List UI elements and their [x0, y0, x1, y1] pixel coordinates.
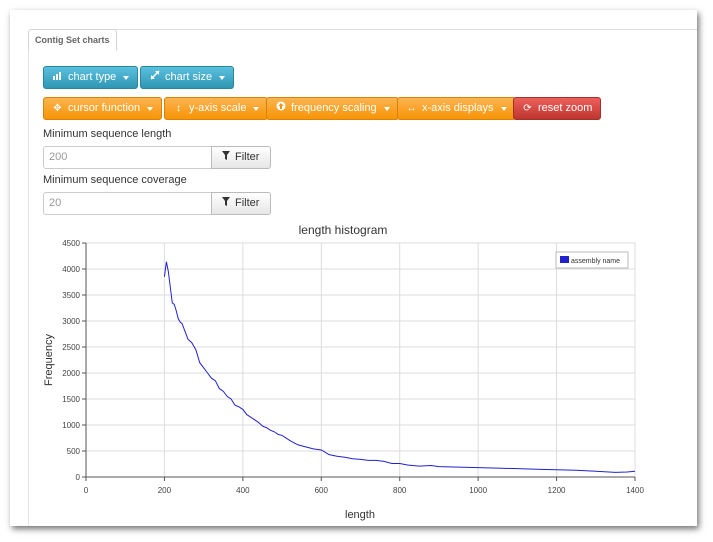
min-coverage-label: Minimum sequence coverage	[43, 174, 187, 186]
chart-size-button[interactable]: chart size	[140, 66, 235, 89]
cursor-function-button[interactable]: ✥ cursor function	[43, 97, 163, 120]
tab-bar: Contig Set charts	[10, 10, 697, 51]
chart-type-label: chart type	[68, 71, 117, 83]
vertical-arrows-icon: ↕	[176, 103, 181, 114]
move-icon: ✥	[53, 103, 62, 114]
filter-icon	[222, 193, 230, 214]
refresh-icon: ⟳	[523, 103, 532, 114]
content-border	[28, 50, 29, 526]
reset-zoom-label: reset zoom	[538, 102, 593, 114]
caret-down-icon	[147, 106, 154, 111]
horizontal-arrows-icon: ↔	[406, 103, 417, 114]
filter-icon	[222, 147, 230, 168]
bar-chart-icon	[52, 67, 63, 88]
frequency-scaling-button[interactable]: frequency scaling	[266, 97, 399, 120]
min-coverage-input[interactable]: 20	[43, 192, 213, 215]
caret-down-icon	[123, 75, 130, 80]
caret-down-icon	[383, 106, 390, 111]
tab-bar-rule	[110, 29, 697, 30]
frequency-scaling-label: frequency scaling	[291, 102, 377, 114]
min-length-filter-button[interactable]: Filter	[211, 146, 271, 169]
filter-button-label: Filter	[235, 197, 260, 209]
x-axis-displays-button[interactable]: ↔ x-axis displays	[397, 97, 516, 120]
reset-zoom-button[interactable]: ⟳ reset zoom	[513, 97, 602, 120]
filter-button-label: Filter	[235, 151, 260, 163]
tab-contig-set-charts[interactable]: Contig Set charts	[28, 29, 117, 51]
min-length-label: Minimum sequence length	[43, 128, 172, 140]
circle-arrow-icon	[275, 98, 286, 119]
app-window: Contig Set charts chart type chart size …	[10, 10, 697, 526]
chart-type-button[interactable]: chart type	[43, 66, 139, 89]
caret-down-icon	[500, 106, 507, 111]
x-axis-displays-label: x-axis displays	[422, 102, 494, 114]
min-coverage-filter-button[interactable]: Filter	[211, 192, 271, 215]
caret-down-icon	[219, 75, 226, 80]
cursor-function-label: cursor function	[68, 102, 141, 114]
chart-size-label: chart size	[165, 71, 213, 83]
caret-down-icon	[253, 106, 260, 111]
y-axis-scale-button[interactable]: ↕ y-axis scale	[164, 97, 269, 120]
min-length-input[interactable]: 200	[43, 146, 213, 169]
resize-icon	[149, 67, 160, 88]
y-axis-scale-label: y-axis scale	[189, 102, 247, 114]
